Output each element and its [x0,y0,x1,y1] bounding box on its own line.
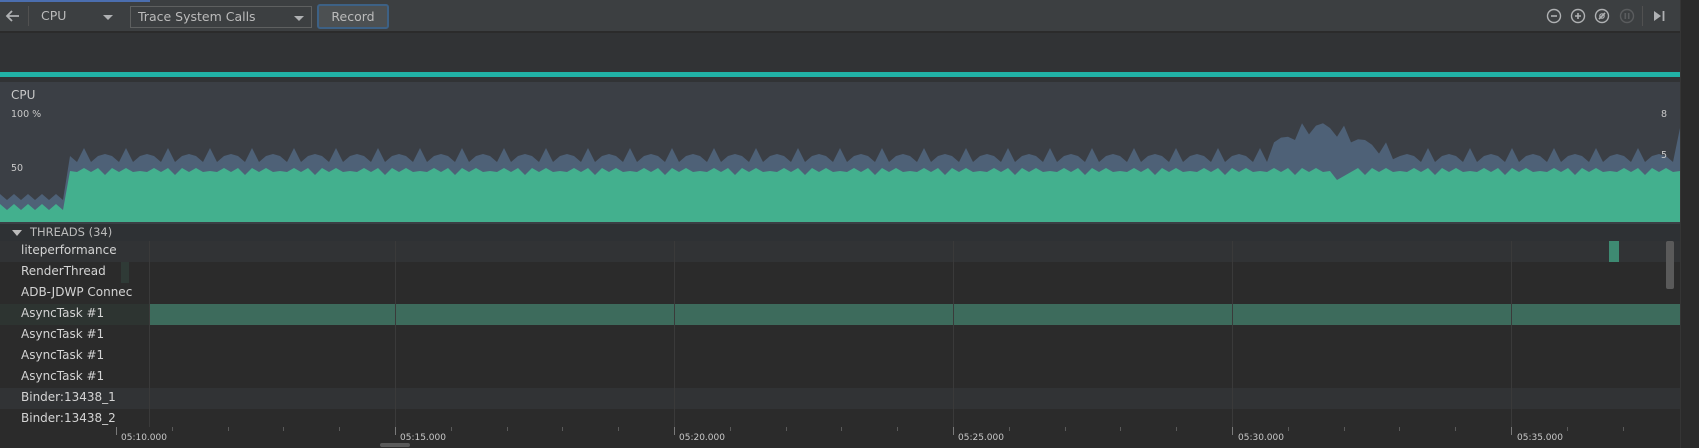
thread-row[interactable]: Binder:13438_2 [0,409,1680,427]
thread-row[interactable]: liteperformance [0,241,1680,262]
thread-name: AsyncTask #1 [21,369,105,383]
thread-row[interactable]: AsyncTask #1 [0,304,1680,325]
time-tick [618,427,619,431]
recording-config-select[interactable]: Trace System Calls [130,6,312,28]
time-tick [562,427,563,431]
time-tick [339,427,340,431]
time-tick [283,427,284,431]
profiler-select-value: CPU [41,8,67,23]
grid-line [674,241,675,431]
thread-row[interactable]: Binder:13438_1 [0,388,1680,409]
loading-indicator [0,0,150,2]
thread-row[interactable]: RenderThread [0,262,1680,283]
thread-count-axis-top: 8 [1661,109,1668,120]
thread-row[interactable]: ADB-JDWP Connec [0,283,1680,304]
time-tick [841,427,842,431]
time-tick [1567,427,1568,431]
time-tick-label: 05:15.000 [400,433,446,443]
thread-row[interactable]: AsyncTask #1 [0,346,1680,367]
grid-line [149,241,150,431]
time-tick-label: 05:25.000 [958,433,1004,443]
time-tick [395,427,396,435]
thread-name: AsyncTask #1 [21,327,105,341]
chevron-down-icon [103,15,113,20]
time-tick [674,427,675,435]
thread-name: ADB-JDWP Connec [21,285,133,299]
time-tick [1176,427,1177,431]
time-tick [1623,427,1624,431]
time-tick [116,427,117,435]
thread-name: Binder:13438_2 [21,411,116,425]
time-tick [507,427,508,431]
thread-name: liteperformance [21,243,117,257]
thread-name: RenderThread [21,264,106,278]
pause-icon[interactable] [1619,8,1635,24]
time-tick [228,427,229,431]
session-duration-bar [0,72,1680,77]
thread-name: Binder:13438_1 [21,390,116,404]
time-tick [1288,427,1289,431]
zoom-out-icon[interactable] [1546,8,1562,24]
grid-line [395,241,396,431]
thread-name: AsyncTask #1 [21,306,105,320]
horizontal-scrollbar-thumb[interactable] [380,443,410,447]
recording-config-value: Trace System Calls [138,9,256,24]
jump-to-live-icon[interactable] [1651,8,1667,24]
zoom-in-icon[interactable] [1570,8,1586,24]
app-cpu-area [0,168,1680,222]
vertical-scrollbar-track[interactable] [1680,0,1699,448]
time-tick [730,427,731,431]
thread-count-axis-mid: 5 [1661,150,1668,161]
reset-zoom-icon[interactable] [1594,8,1610,24]
time-axis[interactable] [0,427,1680,448]
time-tick-label: 05:20.000 [679,433,725,443]
toolbar-separator [1642,6,1643,26]
time-tick [1399,427,1400,431]
time-tick [1009,427,1010,431]
time-tick [1065,427,1066,431]
time-tick-label: 05:30.000 [1238,433,1284,443]
profiler-select[interactable]: CPU [34,6,120,28]
time-tick [172,427,173,431]
time-tick [1120,427,1121,431]
time-tick [1511,427,1512,435]
profiler-toolbar: CPU Trace System Calls Record [0,0,1699,32]
cpu-axis-left-mid: 50 [11,163,24,174]
arrow-left-icon[interactable] [4,7,22,25]
grid-line [1511,241,1512,431]
thread-row[interactable]: AsyncTask #1 [0,325,1680,346]
chevron-down-icon[interactable] [12,230,22,236]
time-tick [451,427,452,431]
cpu-axis-left-top: 100 % [11,109,42,120]
vertical-scrollbar-thumb[interactable] [1666,241,1674,289]
time-tick-label: 05:10.000 [121,433,167,443]
record-button[interactable]: Record [317,4,389,29]
time-tick [1455,427,1456,431]
thread-state-running [150,304,1680,325]
cpu-usage-chart [0,123,1680,222]
thread-state-running [1609,241,1619,262]
toolbar-separator [28,6,29,26]
time-tick [1232,427,1233,435]
thread-name: AsyncTask #1 [21,348,105,362]
chevron-down-icon [294,16,304,21]
thread-row[interactable]: AsyncTask #1 [0,367,1680,388]
cpu-label: CPU [11,88,36,102]
time-tick [953,427,954,435]
thread-state-sleeping [121,262,129,283]
grid-line [1232,241,1233,431]
threads-header-label: THREADS (34) [30,225,113,239]
grid-line [953,241,954,431]
time-tick [1344,427,1345,431]
time-tick [897,427,898,431]
time-tick-label: 05:35.000 [1517,433,1563,443]
threads-header[interactable]: THREADS (34) [0,224,1680,241]
time-tick [786,427,787,431]
